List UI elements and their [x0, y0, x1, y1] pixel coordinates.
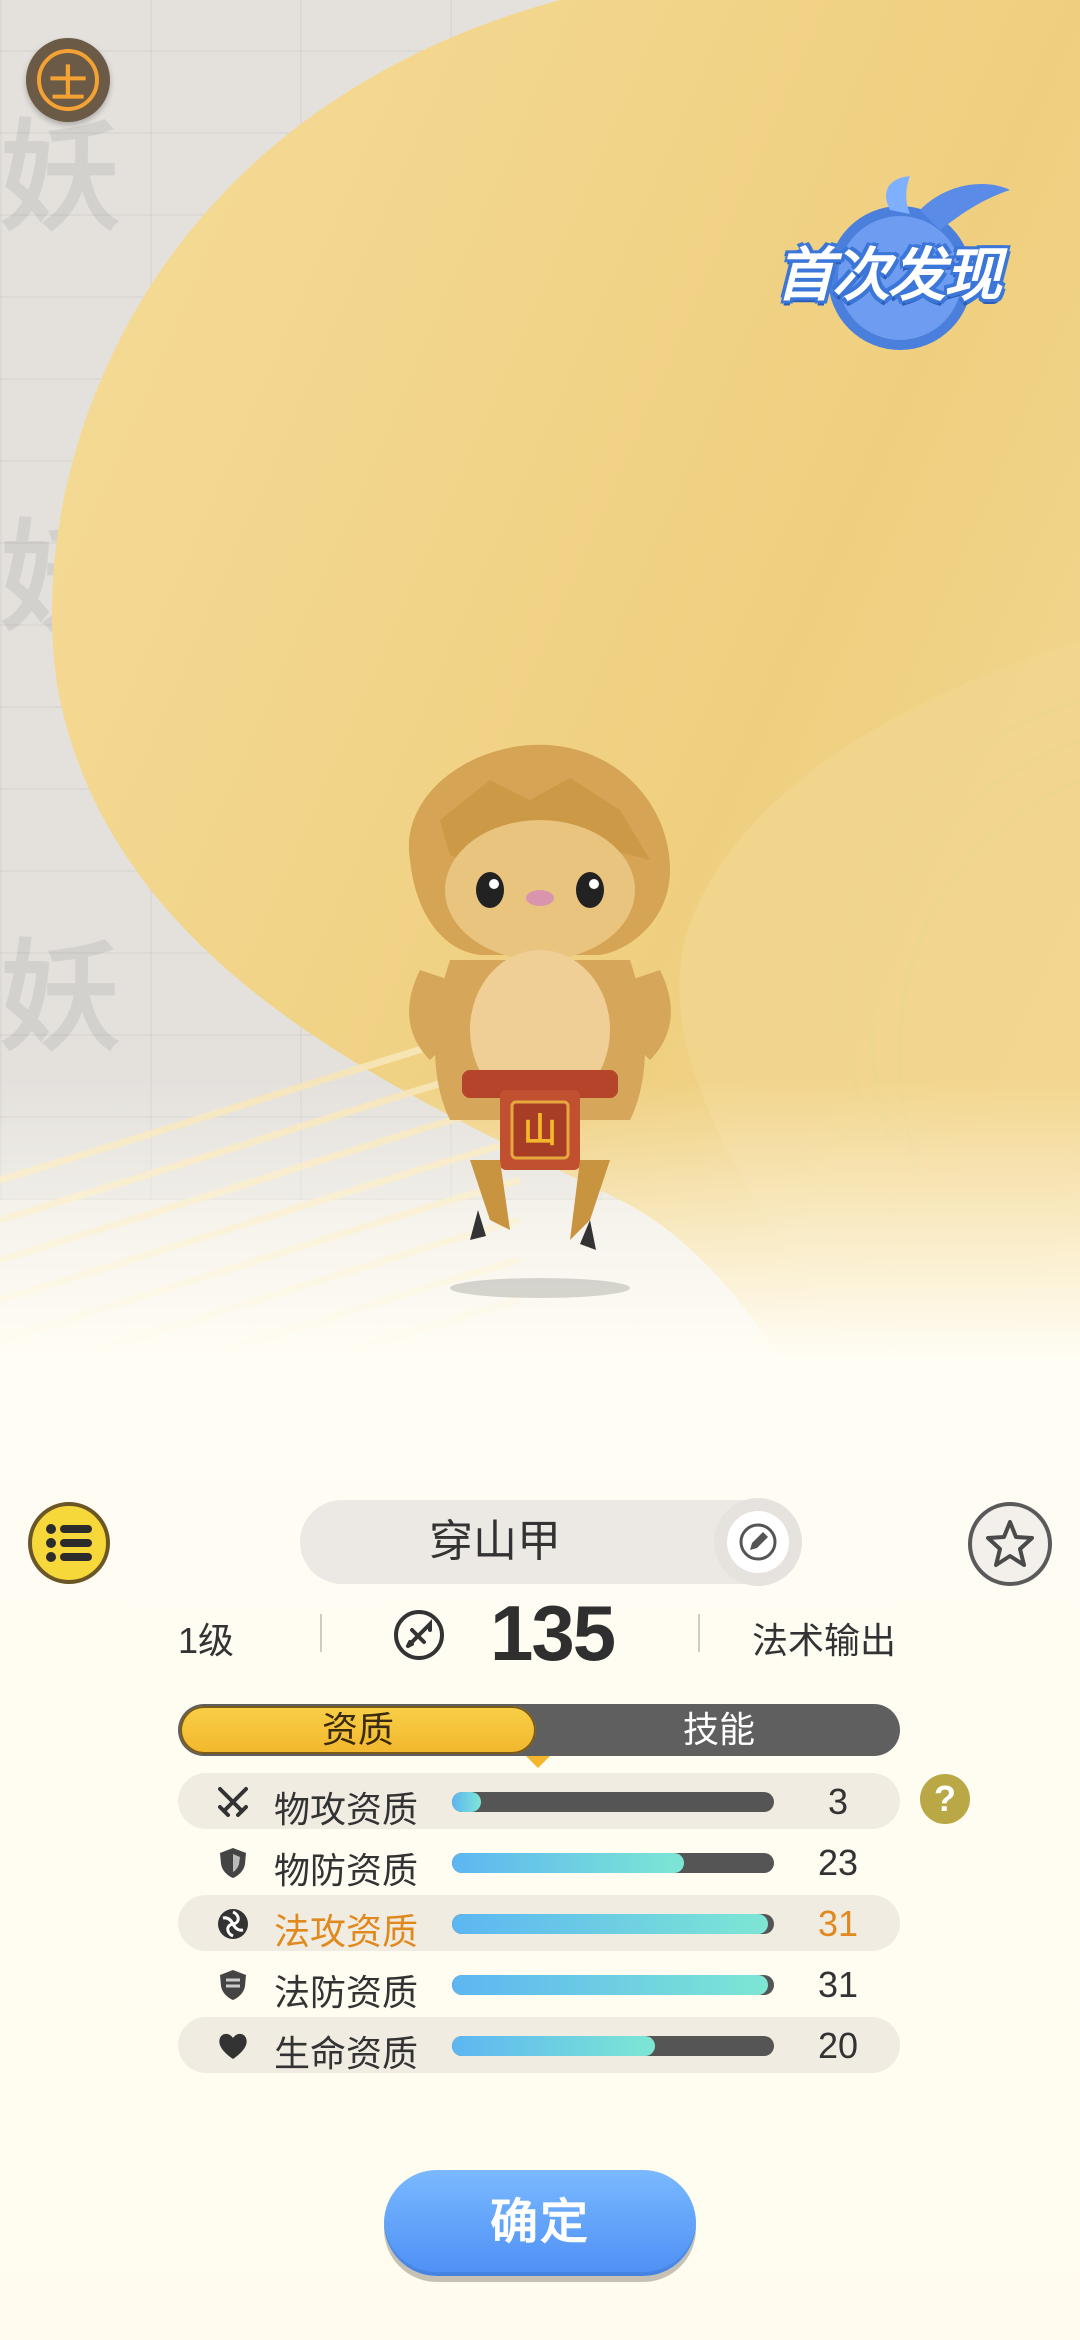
- first-discovery-badge: 首次发现: [770, 170, 1030, 360]
- tab-aptitude[interactable]: 资质: [180, 1706, 536, 1754]
- favorite-button[interactable]: [968, 1502, 1052, 1586]
- list-menu-button[interactable]: [28, 1502, 110, 1584]
- stat-row: 生命资质 20: [178, 2017, 900, 2074]
- stat-row: 物攻资质 3: [178, 1773, 900, 1830]
- seal-button[interactable]: 士: [26, 38, 110, 122]
- stat-bar: [452, 1914, 774, 1934]
- magic-orb-icon: [218, 1909, 248, 1939]
- tab-skills[interactable]: 技能: [538, 1704, 900, 1756]
- power-icon: [394, 1610, 444, 1660]
- seal-icon: 士: [37, 49, 99, 111]
- star-icon: [986, 1520, 1034, 1567]
- stat-bar-fill: [452, 1792, 481, 1812]
- stat-value: 23: [817, 1842, 859, 1883]
- rename-button[interactable]: [714, 1498, 802, 1586]
- divider: [320, 1614, 322, 1652]
- divider: [698, 1614, 700, 1652]
- stat-bar-fill: [452, 1853, 684, 1873]
- stat-label: 物攻资质: [274, 1789, 419, 1830]
- help-button[interactable]: ?: [920, 1774, 970, 1824]
- list-icon: [46, 1524, 92, 1562]
- stat-value: 20: [817, 2025, 859, 2066]
- heart-icon: [219, 2033, 247, 2059]
- stat-bar-fill: [452, 1975, 768, 1995]
- confirm-button[interactable]: 确定: [384, 2170, 696, 2276]
- pencil-icon: [739, 1523, 777, 1561]
- shield-icon: [220, 1848, 246, 1878]
- role-label: 法术输出: [752, 1620, 897, 1661]
- stat-value: 31: [817, 1964, 859, 2005]
- stat-label: 法防资质: [274, 1972, 419, 2013]
- name-bar: 穿山甲: [300, 1498, 802, 1586]
- stat-bar: [452, 1975, 774, 1995]
- stat-bar-fill: [452, 2036, 655, 2056]
- stat-bar-fill: [452, 1914, 768, 1934]
- stat-value: 3: [827, 1781, 849, 1822]
- stat-value: 31: [817, 1903, 859, 1944]
- apron-glyph: 山: [523, 1111, 557, 1151]
- creature-name: 穿山甲: [429, 1517, 561, 1566]
- discovery-text: 首次发现: [776, 243, 1002, 308]
- magic-shield-icon: [220, 1970, 246, 2000]
- tab-bar: 资质 技能: [178, 1704, 900, 1768]
- tab-pointer: [526, 1756, 550, 1768]
- stat-row: 法攻资质 31: [178, 1895, 900, 1952]
- stat-label: 物防资质: [274, 1850, 419, 1891]
- stat-row: 法防资质 31: [178, 1956, 900, 2013]
- level-label: 1级: [178, 1620, 235, 1661]
- pangolin-creature: 山: [408, 744, 671, 1298]
- stat-bar: [452, 1853, 774, 1873]
- rename-icon-wrap: [727, 1511, 789, 1573]
- stat-bar: [452, 1792, 774, 1812]
- stat-bar: [452, 2036, 774, 2056]
- crossed-swords-icon: [218, 1787, 248, 1817]
- stat-label: 生命资质: [274, 2033, 419, 2074]
- stat-label: 法攻资质: [274, 1911, 419, 1952]
- stat-row: 物防资质 23: [178, 1834, 900, 1891]
- power-value: 135: [490, 1589, 616, 1677]
